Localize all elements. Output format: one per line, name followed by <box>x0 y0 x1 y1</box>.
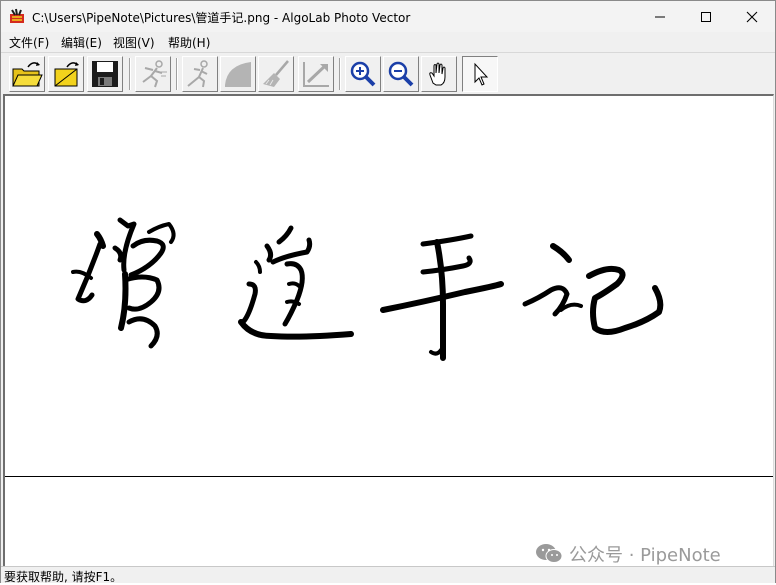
window-title: C:\Users\PipeNote\Pictures\管道手记.png - Al… <box>32 11 411 25</box>
image-canvas[interactable] <box>3 94 774 566</box>
resize-button[interactable] <box>298 56 334 92</box>
shape-button[interactable] <box>220 56 256 92</box>
close-icon <box>746 11 758 22</box>
menu-help[interactable]: 帮助(H) <box>166 34 212 51</box>
glyph-ji <box>522 243 664 335</box>
clean-brush-button[interactable] <box>258 56 294 92</box>
image-bottom-border <box>5 476 773 477</box>
vectorize-step-button[interactable] <box>182 56 218 92</box>
zoom-out-button[interactable] <box>383 56 419 92</box>
menu-bar: 文件(F) 编辑(E) 视图(V) 帮助(H) <box>1 32 775 52</box>
toolbar-separator <box>129 58 131 90</box>
maximize-icon <box>701 11 711 22</box>
menu-view[interactable]: 视图(V) <box>111 34 157 51</box>
title-bar[interactable]: C:\Users\PipeNote\Pictures\管道手记.png - Al… <box>1 1 775 32</box>
vectorize-icon <box>142 60 167 88</box>
resize-icon <box>303 62 329 87</box>
close-button[interactable] <box>729 1 775 32</box>
save-disk-icon <box>92 61 118 87</box>
glyph-guan <box>71 217 176 349</box>
zoom-in-icon <box>350 61 376 87</box>
app-window: C:\Users\PipeNote\Pictures\管道手记.png - Al… <box>0 0 776 584</box>
vectorize-button[interactable] <box>135 56 171 92</box>
open-image-icon <box>54 62 79 87</box>
menu-edit[interactable]: 编辑(E) <box>59 34 104 51</box>
zoom-in-button[interactable] <box>345 56 381 92</box>
pan-button[interactable] <box>421 56 457 92</box>
hand-pan-icon <box>429 62 446 86</box>
watermark-text: 公众号 · PipeNote <box>569 545 721 566</box>
calligraphy-image <box>71 217 664 361</box>
toolbar-separator <box>176 58 178 90</box>
wechat-icon <box>536 544 563 563</box>
open-image-button[interactable] <box>48 56 84 92</box>
minimize-button[interactable] <box>637 1 683 32</box>
pointer-button[interactable] <box>462 56 498 92</box>
status-bar: 要获取帮助, 请按F1。 <box>1 566 775 584</box>
open-button[interactable] <box>9 56 45 92</box>
glyph-dao <box>238 225 354 340</box>
glyph-shou <box>380 233 504 361</box>
status-text: 要获取帮助, 请按F1。 <box>4 570 123 584</box>
shape-icon <box>225 62 251 87</box>
maximize-button[interactable] <box>683 1 729 32</box>
open-folder-icon <box>12 62 43 87</box>
minimize-icon <box>655 16 665 17</box>
toolbar <box>1 52 775 94</box>
menu-file[interactable]: 文件(F) <box>7 34 51 51</box>
app-logo-icon <box>10 8 24 23</box>
watermark: 公众号 · PipeNote <box>535 541 721 567</box>
pointer-icon <box>474 62 489 86</box>
toolbar-separator <box>339 58 341 90</box>
zoom-out-icon <box>388 61 414 87</box>
save-button[interactable] <box>87 56 123 92</box>
clean-brush-icon <box>263 60 289 87</box>
vectorize-step-icon <box>187 60 208 88</box>
